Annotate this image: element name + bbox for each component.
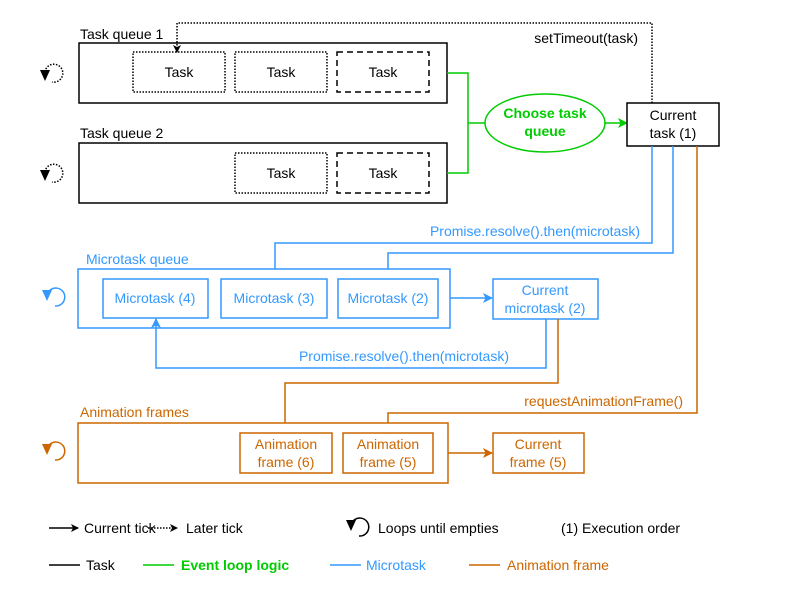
task-item: Task: [132, 51, 226, 93]
svg-text:microtask (2): microtask (2): [505, 300, 586, 316]
task-item: Task: [336, 51, 430, 93]
task-queue-2: Task queue 2 Task Task: [40, 125, 448, 204]
svg-text:Microtask (2): Microtask (2): [348, 290, 429, 306]
svg-text:(1) Execution order: (1) Execution order: [561, 520, 680, 536]
svg-text:Current: Current: [515, 436, 562, 452]
svg-text:Current: Current: [522, 282, 569, 298]
loop-dotted-icon: [40, 63, 64, 83]
svg-text:frame (6): frame (6): [258, 454, 315, 470]
task-item: Task: [336, 152, 430, 194]
loop-icon: [346, 517, 370, 537]
loop-icon: [42, 287, 66, 307]
raf-to-frame-6-arrow: [280, 319, 559, 434]
raf-label: requestAnimationFrame(): [524, 393, 683, 409]
event-loop-diagram: Task queue 1 Task Task Task Task queue 2…: [40, 22, 720, 573]
svg-text:Task: Task: [86, 557, 116, 573]
legend-microtask: Microtask: [330, 557, 427, 573]
microtask-item: Microtask (3): [220, 278, 328, 319]
loop-dotted-icon: [40, 163, 64, 183]
loop-icon: [42, 441, 66, 461]
legend-event-loop-logic: Event loop logic: [143, 557, 289, 573]
animation-frame-item: Animation frame (5): [342, 432, 434, 474]
current-task-node: Current task (1): [626, 102, 720, 147]
svg-text:Choose task: Choose task: [503, 105, 586, 121]
legend-loops: Loops until empties: [346, 517, 499, 537]
task-queue-2-label: Task queue 2: [80, 125, 163, 141]
legend-later-tick: Later tick: [148, 520, 244, 536]
task-item: Task: [234, 152, 328, 194]
microtask-item: Microtask (2): [337, 278, 439, 319]
svg-text:Later tick: Later tick: [186, 520, 244, 536]
svg-text:Animation: Animation: [357, 436, 419, 452]
promise-label-top: Promise.resolve().then(microtask): [430, 223, 640, 239]
microtask-queue: Microtask queue Microtask (4) Microtask …: [42, 251, 451, 329]
legend-task: Task: [49, 557, 116, 573]
svg-text:Current: Current: [650, 107, 697, 123]
microtask-item: Microtask (4): [102, 278, 209, 319]
svg-text:frame (5): frame (5): [360, 454, 417, 470]
task-queue-1-label: Task queue 1: [80, 26, 163, 42]
current-microtask-node: Current microtask (2): [492, 278, 599, 320]
svg-text:Task: Task: [369, 165, 399, 181]
svg-text:queue: queue: [524, 123, 565, 139]
svg-text:Task: Task: [369, 64, 399, 80]
svg-text:Task: Task: [165, 64, 195, 80]
legend-animation-frame: Animation frame: [469, 557, 609, 573]
current-frame-node: Current frame (5): [492, 432, 585, 474]
legend-current-tick: Current tick: [49, 520, 157, 536]
svg-text:Animation frame: Animation frame: [507, 557, 609, 573]
promise-label-bottom: Promise.resolve().then(microtask): [299, 348, 509, 364]
svg-text:frame (5): frame (5): [510, 454, 567, 470]
animation-frame-item: Animation frame (6): [239, 432, 333, 474]
legend: Current tick Later tick Loops until empt…: [49, 517, 680, 573]
task-item: Task: [234, 51, 328, 93]
svg-text:Loops until empties: Loops until empties: [378, 520, 499, 536]
svg-text:Task: Task: [267, 165, 297, 181]
animation-frames-queue: Animation frames Animation frame (6) Ani…: [42, 404, 449, 484]
animation-frames-label: Animation frames: [80, 404, 189, 420]
svg-text:Microtask (4): Microtask (4): [115, 290, 196, 306]
microtask-queue-label: Microtask queue: [86, 251, 189, 267]
choose-task-queue-node: Choose task queue: [484, 93, 606, 153]
svg-text:task (1): task (1): [650, 125, 697, 141]
legend-execution-order: (1) Execution order: [561, 520, 680, 536]
svg-text:Task: Task: [267, 64, 297, 80]
svg-text:Current tick: Current tick: [84, 520, 157, 536]
svg-text:Animation: Animation: [255, 436, 317, 452]
svg-text:Microtask (3): Microtask (3): [234, 290, 315, 306]
svg-text:Event loop logic: Event loop logic: [181, 557, 289, 573]
svg-text:Microtask: Microtask: [366, 557, 427, 573]
queue-merge-connector: [447, 72, 469, 174]
set-timeout-label: setTimeout(task): [534, 30, 638, 46]
task-queue-1: Task queue 1 Task Task Task: [40, 26, 448, 104]
